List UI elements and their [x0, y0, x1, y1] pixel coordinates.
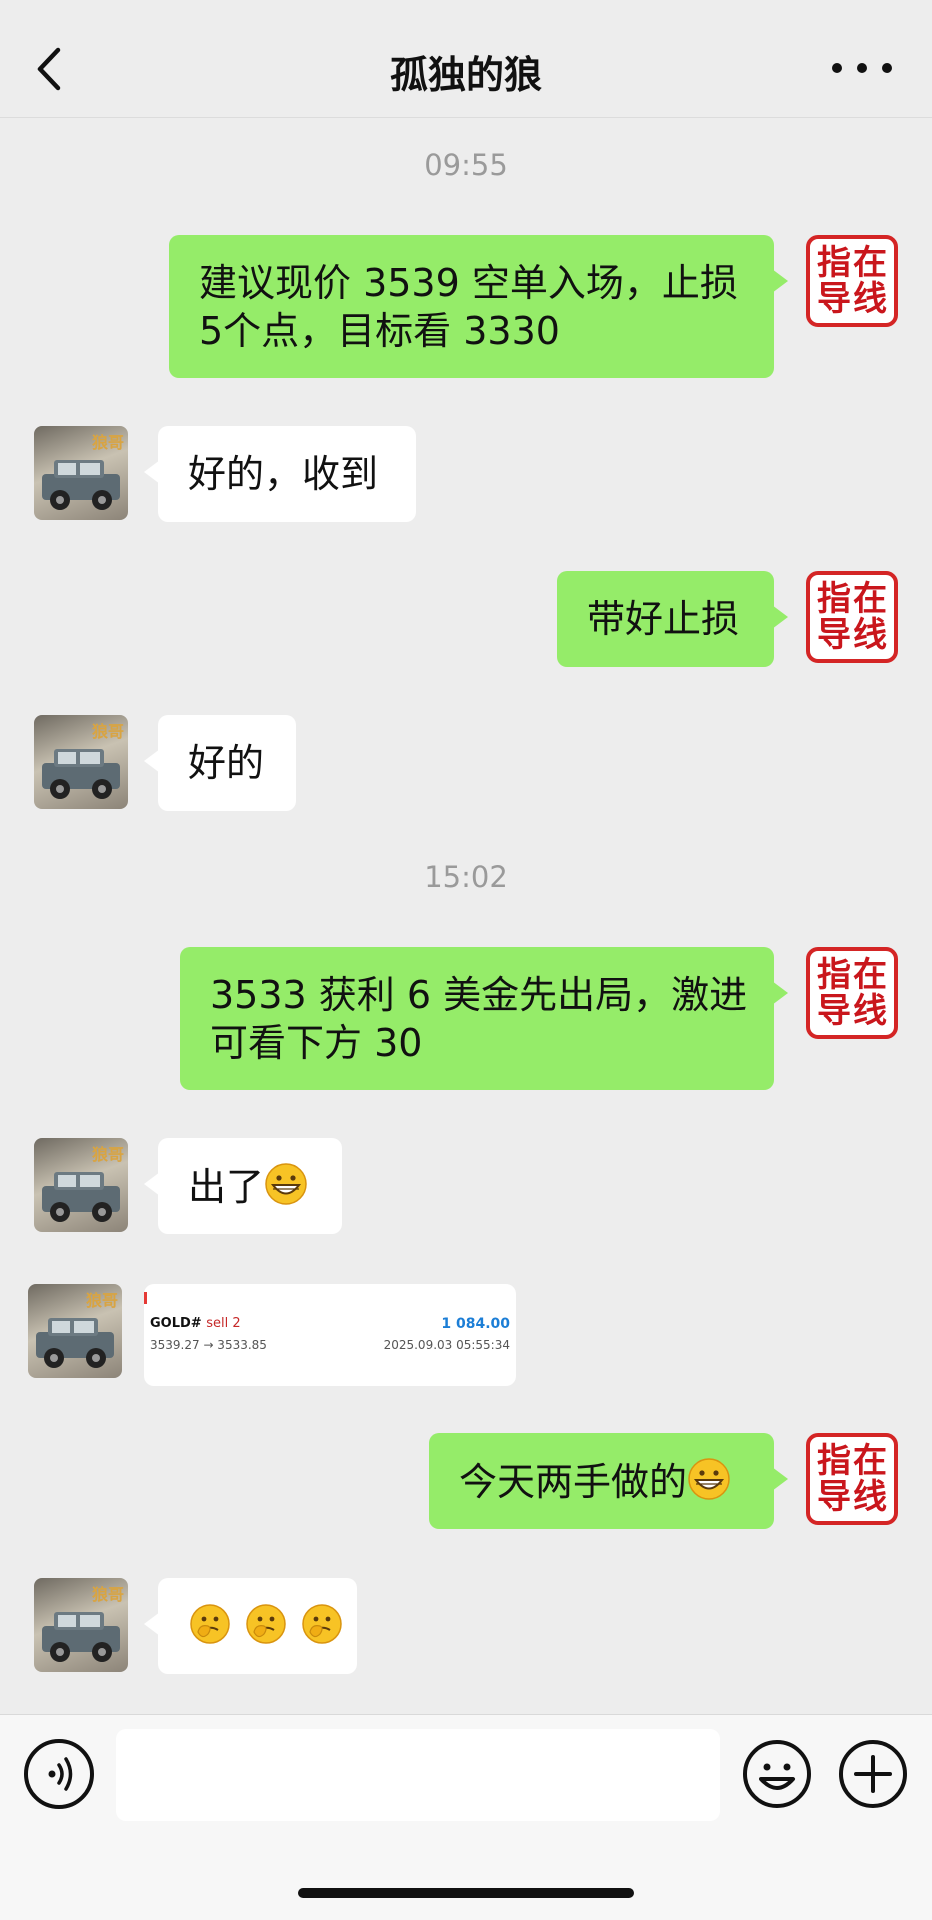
seal-char: 线	[853, 1477, 887, 1517]
emoji-button[interactable]	[742, 1739, 812, 1809]
trade-time: 2025.09.03 05:55:34	[383, 1338, 510, 1352]
message-bubble-incoming[interactable]: 出了	[144, 1138, 342, 1234]
message-text-row: 今天两手做的	[459, 1457, 744, 1506]
jeep-avatar-image: 狼哥	[42, 1145, 124, 1222]
seal-char: 指	[817, 579, 851, 619]
emoji-row	[188, 1602, 342, 1651]
my-avatar[interactable]: 在 指 线 导	[806, 1433, 898, 1525]
timestamp: 15:02	[424, 860, 508, 894]
my-avatar[interactable]: 在 指 线 导	[806, 235, 898, 327]
more-dot	[832, 63, 842, 73]
grinning-face-icon	[265, 1162, 307, 1205]
svg-text:狼哥: 狼哥	[92, 722, 124, 741]
seal-char: 在	[853, 243, 887, 283]
jeep-avatar-image: 狼哥	[42, 1585, 124, 1662]
trade-side: sell 2	[206, 1316, 241, 1331]
my-avatar[interactable]: 在 指 线 导	[806, 947, 898, 1039]
my-avatar[interactable]: 在 指 线 导	[806, 571, 898, 663]
svg-text:狼哥: 狼哥	[86, 1291, 118, 1310]
message-text: 出了	[188, 1164, 265, 1209]
contact-avatar[interactable]: 狼哥	[34, 1138, 128, 1232]
seal-char: 线	[853, 615, 887, 655]
plus-circle-icon	[839, 1740, 907, 1808]
card-red-marker	[144, 1292, 147, 1304]
seal-char: 线	[853, 991, 887, 1031]
voice-button[interactable]	[24, 1739, 94, 1809]
home-indicator[interactable]	[298, 1888, 634, 1898]
contact-avatar[interactable]: 狼哥	[34, 426, 128, 520]
svg-text:狼哥: 狼哥	[92, 1585, 124, 1604]
more-button[interactable]	[832, 56, 892, 80]
seal-char: 导	[817, 991, 851, 1031]
thinking-face-icon	[246, 1603, 286, 1644]
message-bubble-incoming[interactable]	[144, 1578, 357, 1674]
seal-char: 指	[817, 955, 851, 995]
message-bubble-outgoing[interactable]: 建议现价 3539 空单入场，止损 5个点，目标看 3330	[169, 235, 788, 378]
seal-char: 在	[853, 579, 887, 619]
seal-stamp: 在 指 线 导	[816, 581, 888, 653]
contact-avatar[interactable]: 狼哥	[34, 1578, 128, 1672]
jeep-avatar-image: 狼哥	[36, 1291, 118, 1368]
seal-stamp: 在 指 线 导	[816, 957, 888, 1029]
message-bubble-outgoing[interactable]: 带好止损	[557, 571, 788, 667]
message-text: 可看下方 30	[210, 1020, 423, 1065]
trade-profit: 1 084.00	[441, 1316, 510, 1332]
svg-text:狼哥: 狼哥	[92, 1145, 124, 1164]
seal-char: 导	[817, 279, 851, 319]
contact-avatar[interactable]: 狼哥	[34, 715, 128, 809]
seal-char: 指	[817, 243, 851, 283]
message-bubble-incoming[interactable]: 好的	[144, 715, 296, 811]
message-text: 好的，收到	[188, 452, 379, 496]
message-bubble-outgoing[interactable]: 今天两手做的	[429, 1433, 788, 1529]
contact-avatar[interactable]: 狼哥	[28, 1284, 122, 1378]
jeep-avatar-image: 狼哥	[42, 433, 124, 510]
thinking-face-icon	[190, 1603, 230, 1644]
trade-screenshot-card[interactable]: GOLD# sell 2 1 084.00 3539.27 → 3533.85 …	[144, 1284, 516, 1386]
message-bubble-outgoing[interactable]: 3533 获利 6 美金先出局，激进 可看下方 30	[180, 947, 788, 1090]
message-input[interactable]	[116, 1729, 720, 1821]
jeep-avatar-image: 狼哥	[42, 722, 124, 799]
svg-text:狼哥: 狼哥	[92, 433, 124, 452]
more-actions-button[interactable]	[838, 1739, 908, 1809]
seal-char: 导	[817, 615, 851, 655]
seal-char: 在	[853, 1441, 887, 1481]
seal-char: 导	[817, 1477, 851, 1517]
message-text: 建议现价 3539 空单入场，止损	[199, 260, 738, 305]
trade-prices: 3539.27 → 3533.85	[150, 1338, 267, 1352]
message-text: 今天两手做的	[459, 1459, 688, 1504]
emoji-icon	[743, 1740, 811, 1808]
message-text: 3533 获利 6 美金先出局，激进	[210, 972, 748, 1017]
chat-header: 孤独的狼	[0, 0, 932, 118]
voice-icon	[48, 1757, 73, 1791]
more-dot	[882, 63, 892, 73]
seal-stamp: 在 指 线 导	[816, 245, 888, 317]
message-text: 5个点，目标看 3330	[199, 308, 560, 353]
trade-symbol: GOLD# sell 2	[150, 1316, 241, 1331]
symbol-text: GOLD#	[150, 1316, 202, 1331]
grinning-face-icon	[688, 1457, 730, 1500]
seal-char: 指	[817, 1441, 851, 1481]
message-bubble-incoming[interactable]: 好的，收到	[144, 426, 416, 522]
chat-title: 孤独的狼	[389, 53, 542, 97]
message-text: 好的	[188, 741, 265, 785]
message-text-row: 出了	[188, 1162, 312, 1211]
seal-stamp: 在 指 线 导	[816, 1443, 888, 1515]
timestamp: 09:55	[424, 148, 508, 182]
thinking-face-icon	[302, 1603, 342, 1644]
seal-char: 线	[853, 279, 887, 319]
more-dot	[857, 63, 867, 73]
seal-char: 在	[853, 955, 887, 995]
message-text: 带好止损	[587, 597, 740, 641]
